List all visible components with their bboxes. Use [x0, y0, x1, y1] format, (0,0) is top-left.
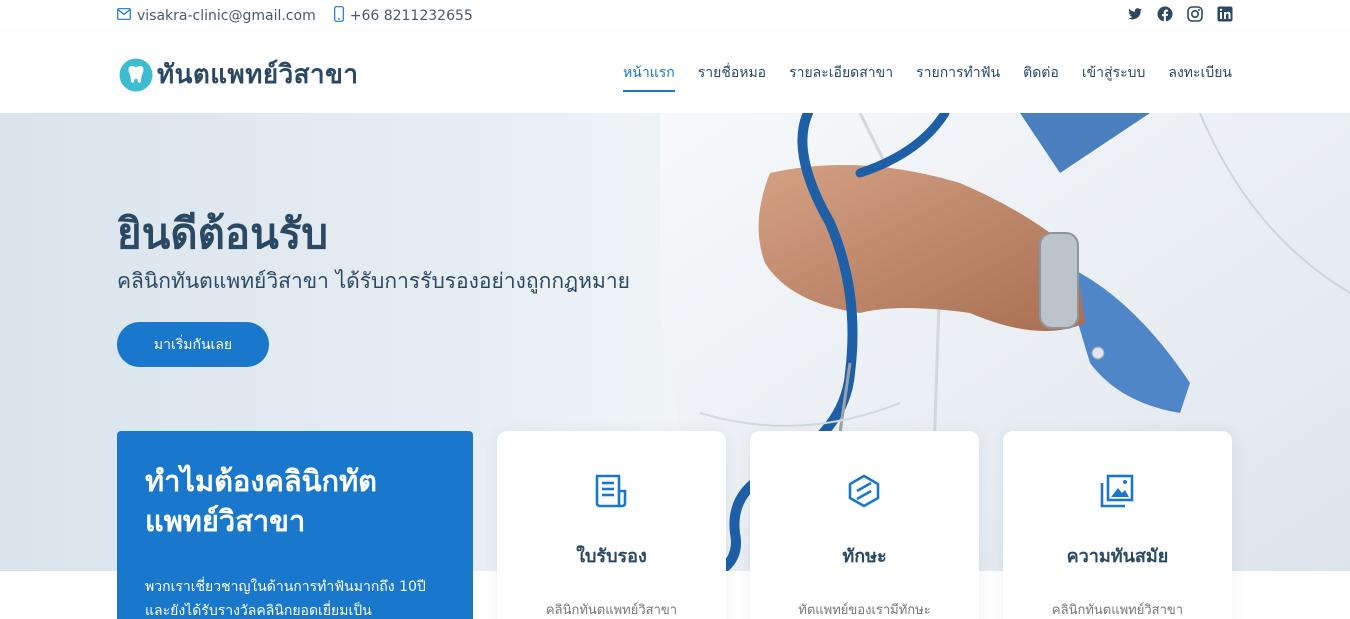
card-text: คลินิกทันตแพทย์วิสาขา: [545, 603, 678, 618]
nav-treatments[interactable]: รายการทำฟัน: [916, 62, 1000, 92]
social-links: [1127, 6, 1233, 22]
twitter-icon[interactable]: [1127, 6, 1143, 22]
site-header: ทันตแพทย์วิสาขา หน้าแรก รายชื่อหมอ รายละ…: [0, 32, 1350, 113]
feature-card-skill: ทักษะ ทัตแพทย์ของเรามีทักษะ: [750, 431, 979, 619]
document-icon: [593, 473, 629, 509]
images-icon: [1099, 473, 1135, 509]
facebook-icon[interactable]: [1157, 6, 1173, 22]
nav-home[interactable]: หน้าแรก: [623, 62, 675, 92]
nav-doctors[interactable]: รายชื่อหมอ: [698, 62, 766, 92]
brand-name: ทันตแพทย์วิสาขา: [157, 60, 359, 90]
tooth-icon: [119, 58, 153, 92]
phone-icon: [333, 6, 344, 26]
nav-register[interactable]: ลงทะเบียน: [1168, 62, 1232, 92]
why-us-title: ทำไมต้องคลินิกทัตแพทย์วิสาขา: [145, 464, 378, 538]
contact-info: visakra-clinic@gmail.com +66 8211232655: [117, 6, 491, 26]
nav-contact[interactable]: ติดต่อ: [1023, 62, 1059, 92]
email-text: visakra-clinic@gmail.com: [137, 8, 316, 24]
topbar: visakra-clinic@gmail.com +66 8211232655: [0, 0, 1350, 32]
phone-text: +66 8211232655: [349, 8, 473, 24]
hero-subtitle: คลินิกทันตแพทย์วิสาขา ได้รับการรับรองอย่…: [117, 269, 630, 293]
main-nav: หน้าแรก รายชื่อหมอ รายละเอียดสาขา รายการ…: [623, 62, 1232, 92]
card-text: ทัตแพทย์ของเรามีทักษะ: [798, 603, 931, 618]
why-us-text: พวกเราเชี่ยวชาญในด้านการทำฟันมากถึง 10ปี…: [145, 579, 426, 619]
card-title: ใบรับรอง: [576, 546, 647, 567]
nav-branches[interactable]: รายละเอียดสาขา: [789, 62, 893, 92]
nav-login[interactable]: เข้าสู่ระบบ: [1082, 62, 1146, 92]
cube-icon: [846, 473, 882, 509]
feature-card-certificate: ใบรับรอง คลินิกทันตแพทย์วิสาขา: [497, 431, 726, 619]
phone-contact[interactable]: +66 8211232655: [333, 6, 473, 26]
card-title: ความทันสมัย: [1066, 546, 1169, 567]
linkedin-icon[interactable]: [1217, 6, 1233, 22]
feature-card-modern: ความทันสมัย คลินิกทันตแพทย์วิสาขา: [1003, 431, 1232, 619]
get-started-button[interactable]: มาเริ่มกันเลย: [117, 322, 269, 367]
hero-title: ยินดีต้อนรับ: [117, 209, 329, 258]
card-title: ทักษะ: [842, 546, 887, 567]
card-text: คลินิกทันตแพทย์วิสาขา: [1051, 603, 1184, 618]
why-us-box: ทำไมต้องคลินิกทัตแพทย์วิสาขา พวกเราเชี่ย…: [117, 431, 473, 619]
instagram-icon[interactable]: [1187, 6, 1203, 22]
brand-logo[interactable]: ทันตแพทย์วิสาขา: [119, 54, 359, 95]
email-contact[interactable]: visakra-clinic@gmail.com: [117, 8, 316, 24]
envelope-icon: [117, 8, 131, 24]
